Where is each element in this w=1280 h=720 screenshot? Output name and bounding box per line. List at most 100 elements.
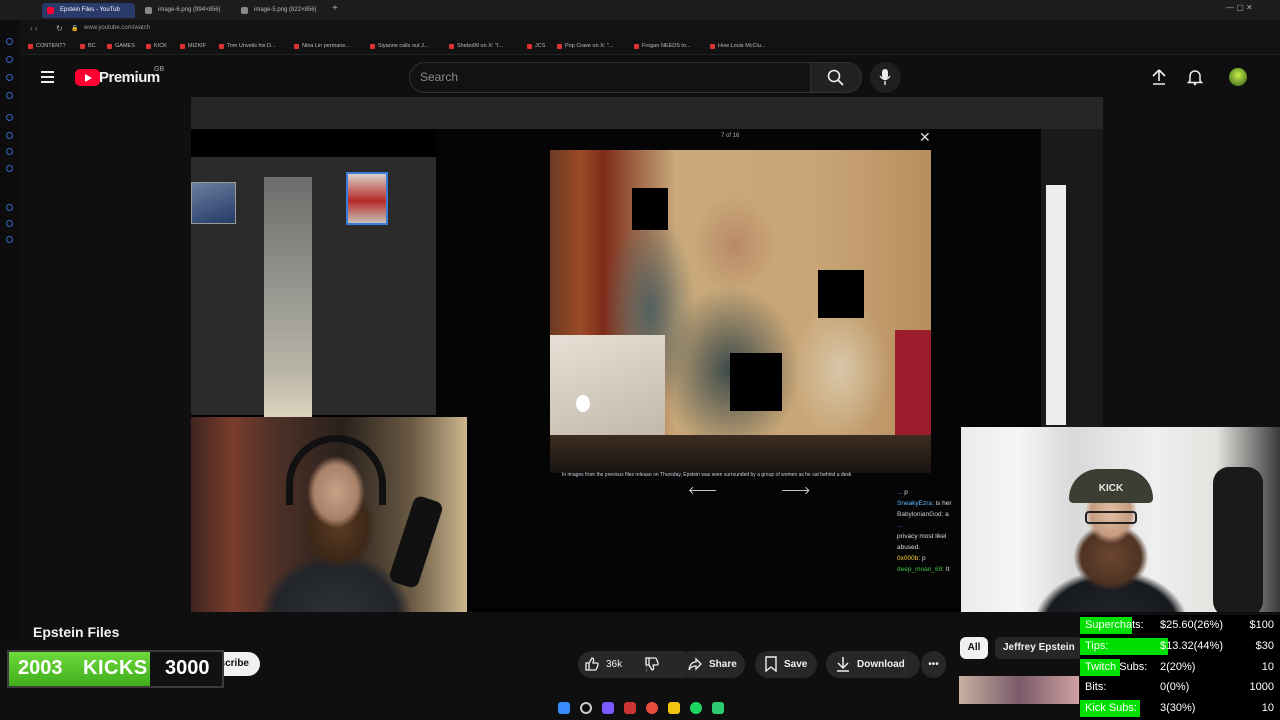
- tab-image-6[interactable]: image-6.png (994×856): [140, 3, 232, 18]
- avatar[interactable]: [1229, 68, 1247, 86]
- reload-icon[interactable]: ↻: [56, 24, 63, 33]
- bookmark-icon: [765, 656, 777, 672]
- bookmark-item[interactable]: JCS: [527, 43, 545, 49]
- notifications-bell-icon[interactable]: [1186, 68, 1204, 86]
- close-icon: ✕: [919, 129, 931, 145]
- bookmark-item[interactable]: Shebo99 on X: "I...: [449, 43, 503, 49]
- desk: [550, 435, 931, 473]
- bookmark-item[interactable]: BC: [80, 43, 96, 49]
- chat-line: abused.: [897, 542, 969, 553]
- pdf-thumbnail: [191, 182, 236, 224]
- bookmark-item[interactable]: Siyanne calls out J...: [370, 43, 428, 49]
- browser-sidebar: [0, 20, 20, 640]
- search-icon[interactable]: [580, 702, 592, 714]
- chat-line: SneakyEzra: is her: [897, 498, 969, 509]
- voice-search-button[interactable]: [870, 62, 901, 93]
- sidebar-app-icon[interactable]: [6, 132, 13, 139]
- bookmark-item[interactable]: How Louis McClu...: [710, 43, 765, 49]
- url-text[interactable]: www.youtube.com/watch: [84, 25, 150, 31]
- menu-icon[interactable]: [38, 68, 58, 86]
- stat-label: Bits:: [1085, 681, 1107, 693]
- chat-username: SneakyEzra:: [897, 500, 934, 507]
- chat-username: ...: [897, 522, 903, 529]
- new-tab-icon[interactable]: +: [332, 3, 338, 14]
- bookmark-item[interactable]: GAMES: [107, 43, 135, 49]
- image-favicon-icon: [145, 7, 152, 14]
- gaming-chair: [1213, 467, 1263, 612]
- address-bar: ‹ › ↻ 🔒: [0, 20, 1280, 39]
- thumbs-down-icon[interactable]: [644, 656, 660, 672]
- document-strip: [264, 177, 312, 417]
- video-title: Epstein Files: [33, 624, 120, 640]
- browser-icon[interactable]: [646, 702, 658, 714]
- stat-goal: $100: [1249, 619, 1274, 631]
- video-browser-bar: [191, 97, 1103, 129]
- photo-caption: In images from the previous files releas…: [562, 472, 852, 478]
- bookmark-item[interactable]: CONTENT?: [28, 43, 66, 49]
- logo-text[interactable]: Premium: [99, 69, 160, 86]
- sidebar-app-icon[interactable]: [6, 165, 13, 172]
- start-icon[interactable]: [558, 702, 570, 714]
- upload-icon[interactable]: [1150, 68, 1168, 86]
- sidebar-app-icon[interactable]: [6, 148, 13, 155]
- more-icon: •••: [928, 659, 939, 670]
- chat-username: BabylonianGod:: [897, 511, 944, 518]
- bookmark-item[interactable]: Pop Crave on X: "...: [557, 43, 613, 49]
- like-button[interactable]: 36k: [578, 651, 648, 678]
- youtube-favicon-icon: [47, 7, 54, 14]
- sidebar-app-icon[interactable]: [6, 92, 13, 99]
- sidebar-app-icon[interactable]: [6, 220, 13, 227]
- download-icon: [837, 657, 849, 672]
- image-counter: 7 of 16: [721, 133, 740, 139]
- sidebar-app-icon[interactable]: [6, 38, 13, 45]
- spotify-icon[interactable]: [690, 702, 702, 714]
- microphone-icon: [879, 69, 891, 85]
- stat-value: 3(30%): [1160, 702, 1196, 714]
- sidebar-app-icon[interactable]: [6, 114, 13, 121]
- site-info-icon[interactable]: 🔒: [71, 25, 78, 32]
- stat-value: $25.60(26%): [1160, 619, 1223, 631]
- bookmark-item[interactable]: Tom Unveils his D...: [219, 43, 276, 49]
- more-actions-button[interactable]: •••: [921, 651, 946, 678]
- app-icon[interactable]: [712, 702, 724, 714]
- back-forward-icon[interactable]: ‹ ›: [30, 24, 38, 33]
- youtube-logo-icon[interactable]: [75, 69, 100, 86]
- search-input[interactable]: [409, 62, 811, 93]
- tab-image-5[interactable]: image-5.png (822×856): [236, 3, 328, 18]
- sidebar-app-icon[interactable]: [6, 236, 13, 243]
- taskbar: [540, 698, 740, 720]
- redaction-box: [632, 188, 668, 230]
- chat-text: is her: [935, 500, 952, 507]
- discord-icon[interactable]: [602, 702, 614, 714]
- download-button[interactable]: Download: [826, 651, 920, 678]
- stat-goal: 1000: [1249, 681, 1274, 693]
- chip-jeffrey-epstein[interactable]: Jeffrey Epstein: [995, 637, 1083, 659]
- stat-goal: $30: [1255, 640, 1274, 652]
- chip-all[interactable]: All: [960, 637, 988, 659]
- save-button[interactable]: Save: [755, 651, 817, 678]
- window-controls-icon[interactable]: — ▢ ✕: [1226, 3, 1253, 12]
- browser-tab-bar: Epstein Files - YouTub image-6.png (994×…: [0, 0, 1280, 20]
- share-button[interactable]: Share: [679, 651, 745, 678]
- bookmark-item[interactable]: MIZKIF: [180, 43, 206, 49]
- chat-text: p: [904, 489, 908, 496]
- redaction-box: [730, 353, 782, 411]
- recommended-thumbnail[interactable]: [959, 676, 1079, 704]
- tab-youtube[interactable]: Epstein Files - YouTub: [42, 3, 135, 18]
- sidebar-app-icon[interactable]: [6, 74, 13, 81]
- bookmark-item[interactable]: Nina Lin permane...: [294, 43, 350, 49]
- app-icon[interactable]: [624, 702, 636, 714]
- kick-current-count: 2003: [18, 657, 63, 679]
- sidebar-app-icon[interactable]: [6, 56, 13, 63]
- chat-text: p: [921, 555, 926, 562]
- stat-label: Twitch Subs:: [1085, 661, 1148, 673]
- stat-row-bits: Bits: 0(0%) 1000: [1080, 677, 1280, 697]
- sidebar-app-icon[interactable]: [6, 204, 13, 211]
- bookmark-item[interactable]: KICK: [146, 43, 167, 49]
- folder-icon[interactable]: [668, 702, 680, 714]
- redaction-box: [818, 270, 864, 318]
- chat-username: 0x000b:: [897, 555, 921, 562]
- bookmark-item[interactable]: Frogan NEEDS to...: [634, 43, 691, 49]
- search-button[interactable]: [810, 62, 862, 93]
- chat-line: ...: [897, 520, 969, 531]
